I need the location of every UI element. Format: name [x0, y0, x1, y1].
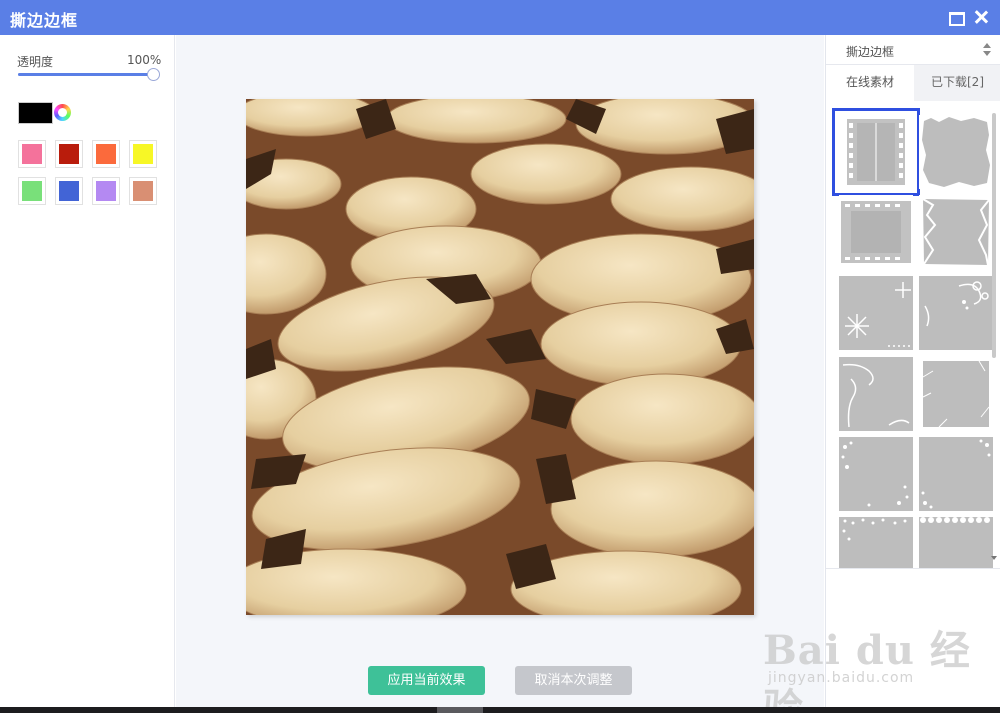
swatch-fill	[96, 144, 116, 164]
torn-edge-frame-icon	[919, 115, 993, 189]
tab-online-materials[interactable]: 在线素材	[826, 65, 914, 101]
preview-photo	[246, 99, 754, 615]
select-arrows-icon	[983, 43, 991, 57]
opacity-value: 100%	[127, 53, 162, 67]
window-title: 撕边边框	[10, 11, 79, 30]
taskbar-strip	[0, 707, 1000, 713]
scrollbar-thumb[interactable]	[992, 113, 996, 358]
color-swatch[interactable]	[55, 177, 83, 205]
film-strip-frame-icon	[839, 115, 913, 189]
speckle-frame-icon	[839, 437, 913, 511]
canvas-area: 应用当前效果 取消本次调整	[176, 35, 824, 707]
frame-thumbnail[interactable]	[919, 517, 993, 568]
color-swatch[interactable]	[18, 177, 46, 205]
frame-thumbnail[interactable]	[839, 437, 913, 511]
color-swatch[interactable]	[55, 140, 83, 168]
frame-thumbnail[interactable]	[919, 357, 993, 431]
swatch-fill	[59, 181, 79, 201]
frame-thumbnail[interactable]	[919, 276, 993, 350]
lotus-roots-image	[246, 99, 754, 615]
frame-thumbnail[interactable]	[839, 195, 913, 269]
category-value: 撕边边框	[846, 45, 895, 59]
opacity-slider[interactable]	[18, 68, 160, 81]
swatch-fill	[22, 181, 42, 201]
right-panel: 撕边边框 在线素材 已下载[2]	[825, 35, 1000, 707]
category-select[interactable]: 撕边边框	[826, 35, 1000, 65]
swatch-fill	[22, 144, 42, 164]
frame-thumbnail-grid	[826, 101, 1000, 569]
swatch-fill	[59, 144, 79, 164]
color-swatch[interactable]	[129, 140, 157, 168]
scratch-frame-icon	[919, 357, 993, 431]
opacity-label: 透明度	[17, 55, 54, 69]
swatch-fill	[133, 144, 153, 164]
frame-thumbnail[interactable]	[919, 437, 993, 511]
grunge-frame-icon	[919, 195, 993, 269]
color-swatch[interactable]	[18, 140, 46, 168]
swatch-fill	[96, 181, 116, 201]
left-panel: 透明度 100%	[0, 35, 175, 707]
tab-downloaded[interactable]: 已下载[2]	[914, 65, 1000, 101]
dot-border-frame-icon	[839, 517, 913, 568]
slider-fill	[18, 73, 154, 76]
swatch-fill	[133, 181, 153, 201]
close-icon[interactable]	[973, 9, 989, 25]
color-wheel-icon[interactable]	[54, 104, 71, 121]
snowflake-frame-icon	[839, 276, 913, 350]
apply-effect-button[interactable]: 应用当前效果	[368, 666, 485, 695]
stain-frame-icon	[919, 437, 993, 511]
floral-frame-icon	[919, 276, 993, 350]
maximize-icon[interactable]	[948, 9, 965, 26]
frame-thumbnail[interactable]	[839, 276, 913, 350]
color-swatch[interactable]	[92, 177, 120, 205]
thumbnail-scrollbar[interactable]	[991, 113, 997, 563]
resize-grip[interactable]	[437, 707, 483, 713]
frame-thumbnail[interactable]	[919, 115, 993, 189]
slider-handle[interactable]	[147, 68, 160, 81]
current-color-button[interactable]	[18, 102, 53, 124]
material-tabs: 在线素材 已下载[2]	[826, 65, 1000, 101]
scroll-down-icon[interactable]	[991, 556, 997, 560]
frame-thumbnail[interactable]	[832, 108, 920, 196]
frame-thumbnail[interactable]	[919, 195, 993, 269]
scallop-frame-icon	[919, 517, 993, 568]
swirl-frame-icon	[839, 357, 913, 431]
color-swatch[interactable]	[92, 140, 120, 168]
cancel-adjust-button[interactable]: 取消本次调整	[515, 666, 632, 695]
color-swatch[interactable]	[129, 177, 157, 205]
frame-thumbnail[interactable]	[839, 517, 913, 568]
title-bar: 撕边边框	[0, 0, 1000, 35]
frame-thumbnail[interactable]	[839, 357, 913, 431]
film-frame-icon	[839, 195, 913, 269]
